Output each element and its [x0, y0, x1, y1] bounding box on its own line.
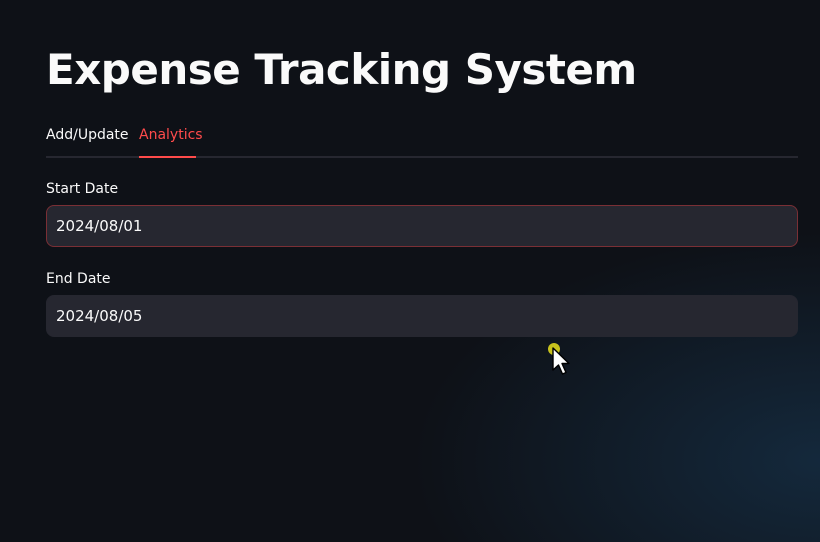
- mouse-pointer-icon: [552, 347, 570, 375]
- app-container: Expense Tracking System Add/Update Analy…: [0, 0, 820, 542]
- start-date-label: Start Date: [46, 181, 119, 197]
- tab-bar: Add/Update Analytics: [46, 120, 798, 158]
- page-title: Expense Tracking System: [46, 45, 637, 94]
- active-tab-indicator: [139, 156, 196, 158]
- tab-analytics[interactable]: Analytics: [139, 126, 203, 144]
- start-date-input[interactable]: [46, 205, 798, 247]
- tab-add-update[interactable]: Add/Update: [46, 126, 129, 144]
- end-date-input[interactable]: [46, 295, 798, 337]
- end-date-label: End Date: [46, 271, 111, 287]
